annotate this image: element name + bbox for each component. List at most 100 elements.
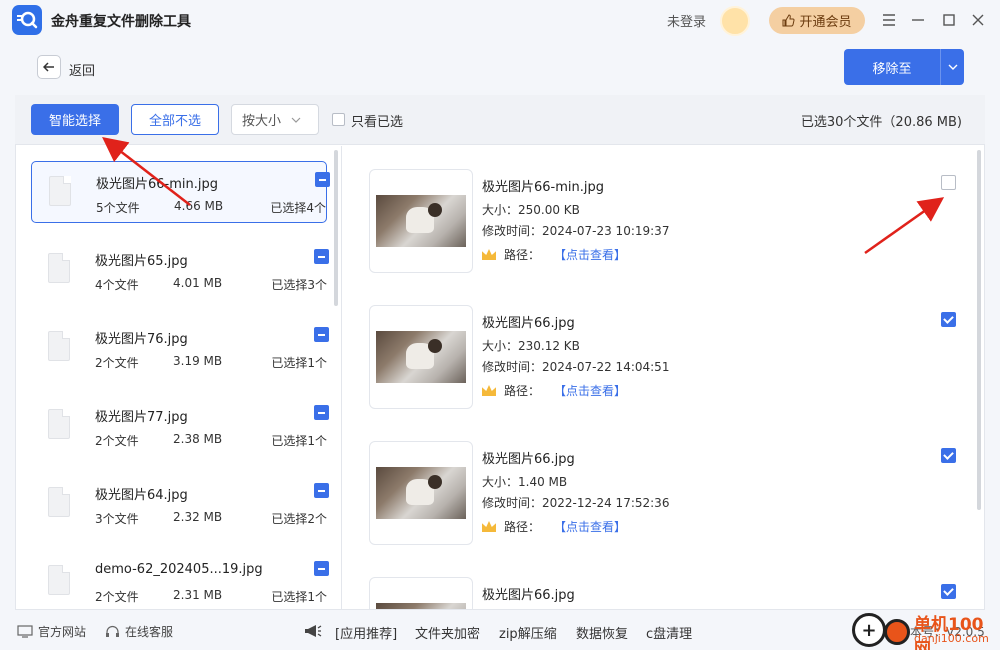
group-checkbox[interactable] xyxy=(314,249,329,264)
group-count: 2个文件 xyxy=(95,590,139,604)
app-logo xyxy=(12,5,42,35)
group-item[interactable]: 极光图片76.jpg 2个文件 3.19 MB 已选择1个 xyxy=(31,317,329,379)
group-size: 2.38 MB xyxy=(173,432,223,446)
file-checkbox[interactable] xyxy=(941,312,956,327)
view-path-link[interactable]: 【点击查看】 xyxy=(554,518,626,535)
crown-icon xyxy=(482,249,496,260)
file-icon xyxy=(48,409,70,439)
group-size: 4.66 MB xyxy=(174,199,224,213)
crown-icon xyxy=(482,521,496,532)
file-thumbnail[interactable] xyxy=(369,577,473,609)
file-icon xyxy=(48,253,70,283)
file-checkbox[interactable] xyxy=(941,584,956,599)
zip-link[interactable]: zip解压缩 xyxy=(499,623,557,642)
group-name: 极光图片66-min.jpg xyxy=(96,177,218,192)
file-checkbox[interactable] xyxy=(941,175,956,190)
file-thumbnail[interactable] xyxy=(369,441,473,545)
folder-encrypt-link[interactable]: 文件夹加密 xyxy=(415,623,480,642)
chevron-down-icon xyxy=(291,117,301,123)
group-size: 4.01 MB xyxy=(173,276,223,290)
group-checkbox[interactable] xyxy=(315,172,330,187)
thumbs-up-icon xyxy=(782,14,796,27)
file-detail-list: 极光图片66-min.jpg 大小：250.00 KB 修改时间：2024-07… xyxy=(343,146,984,609)
deselect-all-button[interactable]: 全部不选 xyxy=(131,104,219,135)
file-name: 极光图片66.jpg xyxy=(482,452,575,467)
right-scrollbar[interactable] xyxy=(977,150,981,510)
sort-select[interactable]: 按大小 xyxy=(231,104,319,135)
back-label[interactable]: 返回 xyxy=(69,60,95,79)
arrow-left-icon xyxy=(43,62,54,72)
group-selected: 已选择2个 xyxy=(271,512,327,526)
online-service-link[interactable]: 在线客服 xyxy=(105,623,173,640)
close-icon[interactable] xyxy=(967,9,989,31)
file-icon xyxy=(48,565,70,595)
official-site-link[interactable]: 官方网站 xyxy=(17,623,86,640)
image-preview xyxy=(376,467,466,519)
file-name: 极光图片66.jpg xyxy=(482,316,575,331)
maximize-icon[interactable] xyxy=(938,9,960,31)
official-site-label: 官方网站 xyxy=(38,625,87,639)
file-icon xyxy=(48,487,70,517)
plus-icon: + xyxy=(852,613,886,647)
group-item[interactable]: 极光图片66-min.jpg 5个文件 4.66 MB 已选择4个 xyxy=(31,161,330,223)
group-name: 极光图片65.jpg xyxy=(95,254,188,269)
file-name: 极光图片66.jpg xyxy=(482,588,575,603)
group-size: 2.32 MB xyxy=(173,510,223,524)
view-path-link[interactable]: 【点击查看】 xyxy=(554,382,626,399)
magnifier-logo-icon xyxy=(17,11,38,29)
duplicate-group-list: 极光图片66-min.jpg 5个文件 4.66 MB 已选择4个 极光图片65… xyxy=(16,146,342,609)
crown-icon xyxy=(482,385,496,396)
file-thumbnail[interactable] xyxy=(369,305,473,409)
file-checkbox[interactable] xyxy=(941,448,956,463)
move-to-label[interactable]: 移除至 xyxy=(844,49,940,85)
login-status[interactable]: 未登录 xyxy=(667,11,706,30)
file-modified-time: 修改时间：2024-07-22 14:04:51 xyxy=(482,360,670,374)
group-item[interactable]: 极光图片77.jpg 2个文件 2.38 MB 已选择1个 xyxy=(31,395,329,457)
move-to-dropdown[interactable] xyxy=(940,49,964,85)
data-recovery-link[interactable]: 数据恢复 xyxy=(576,623,628,642)
watermark-url: danji100.com xyxy=(914,632,989,645)
group-name: demo-62_202405...19.jpg xyxy=(95,562,263,577)
group-checkbox[interactable] xyxy=(314,327,329,342)
back-button[interactable] xyxy=(37,55,61,79)
watermark-logo: + 单机100网 danji100.com xyxy=(852,609,1000,650)
left-scrollbar[interactable] xyxy=(334,150,338,306)
vip-button[interactable]: 开通会员 xyxy=(769,7,865,34)
app-title: 金舟重复文件删除工具 xyxy=(51,14,191,30)
group-checkbox[interactable] xyxy=(314,483,329,498)
group-count: 2个文件 xyxy=(95,356,139,370)
watermark-dot xyxy=(884,619,910,645)
only-selected-label[interactable]: 只看已选 xyxy=(351,111,403,130)
file-icon xyxy=(48,331,70,361)
group-checkbox[interactable] xyxy=(314,405,329,420)
group-item[interactable]: 极光图片64.jpg 3个文件 2.32 MB 已选择2个 xyxy=(31,473,329,535)
path-label: 路径： xyxy=(504,384,541,398)
move-to-button[interactable]: 移除至 xyxy=(844,49,964,85)
group-checkbox[interactable] xyxy=(314,561,329,576)
group-selected: 已选择1个 xyxy=(271,356,327,370)
selected-summary: 已选30个文件（20.86 MB) xyxy=(800,115,962,130)
c-drive-clean-link[interactable]: c盘清理 xyxy=(646,623,692,642)
path-label: 路径： xyxy=(504,248,541,262)
path-label: 路径： xyxy=(504,520,541,534)
menu-icon[interactable] xyxy=(878,9,900,31)
minimize-icon[interactable] xyxy=(907,9,929,31)
only-selected-checkbox[interactable] xyxy=(332,113,345,126)
recommend-label: [应用推荐] xyxy=(335,627,398,642)
group-item[interactable]: demo-62_202405...19.jpg 2个文件 2.31 MB 已选择… xyxy=(31,551,329,609)
file-thumbnail[interactable] xyxy=(369,169,473,273)
group-selected: 已选择1个 xyxy=(271,434,327,448)
headset-icon xyxy=(106,625,119,637)
file-name: 极光图片66-min.jpg xyxy=(482,180,604,195)
file-size: 大小：250.00 KB xyxy=(482,203,580,217)
megaphone-icon xyxy=(303,623,323,639)
vip-label: 开通会员 xyxy=(799,15,852,30)
smart-select-button[interactable]: 智能选择 xyxy=(31,104,119,135)
avatar[interactable] xyxy=(720,6,750,36)
group-item[interactable]: 极光图片65.jpg 4个文件 4.01 MB 已选择3个 xyxy=(31,239,329,301)
file-modified-time: 修改时间：2024-07-23 10:19:37 xyxy=(482,224,670,238)
view-path-link[interactable]: 【点击查看】 xyxy=(554,246,626,263)
online-service-label: 在线客服 xyxy=(125,625,174,639)
group-size: 3.19 MB xyxy=(173,354,223,368)
group-name: 极光图片76.jpg xyxy=(95,332,188,347)
